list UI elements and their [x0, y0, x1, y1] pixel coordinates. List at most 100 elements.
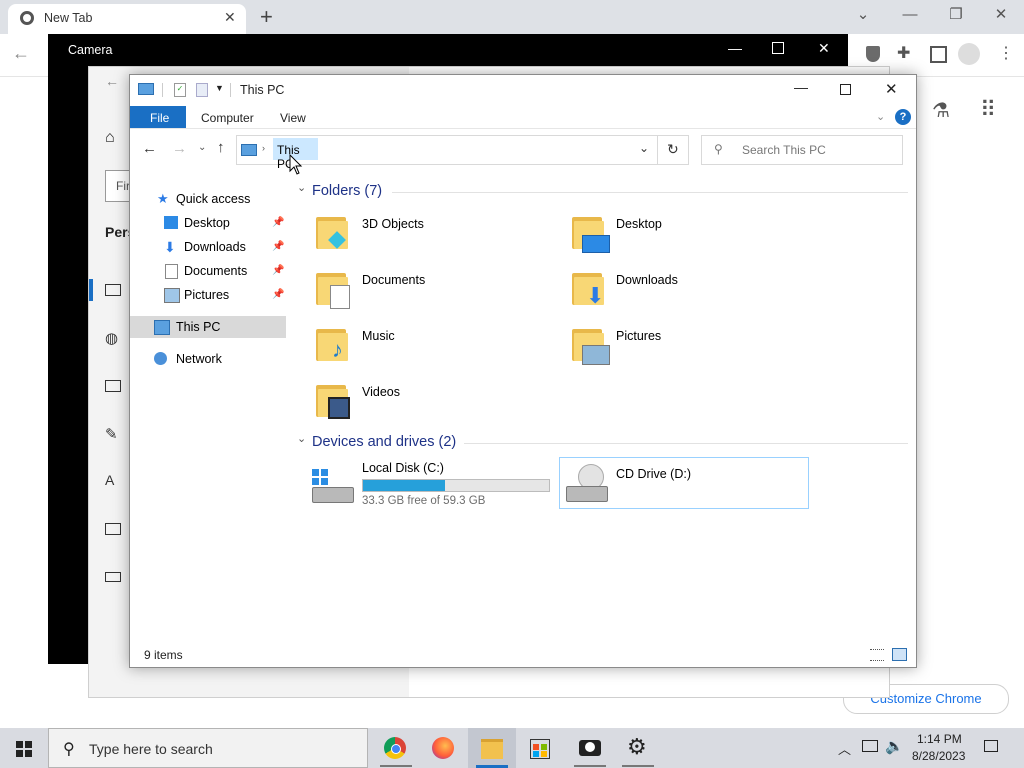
camera-close-button[interactable]: ✕ [818, 40, 830, 57]
folder-3d-objects[interactable]: 3D Objects [314, 209, 554, 257]
nav-downloads[interactable]: ⬇ Downloads 📌 [130, 236, 286, 258]
network-tray-icon[interactable] [862, 740, 878, 752]
start-layout-icon[interactable] [105, 523, 121, 535]
refresh-button[interactable]: ↻ [657, 135, 689, 165]
nav-desktop[interactable]: Desktop 📌 [130, 212, 286, 234]
collapse-devices-icon[interactable]: ⌄ [297, 432, 306, 445]
folder-pictures[interactable]: Pictures [570, 321, 810, 369]
explorer-minimize-button[interactable]: — [794, 79, 808, 95]
explorer-close-button[interactable]: ✕ [885, 80, 898, 98]
folder-videos[interactable]: Videos [314, 377, 554, 425]
forward-arrow-icon[interactable]: → [172, 140, 187, 157]
chrome-taskbar-button[interactable] [372, 728, 420, 768]
themes-brush-icon[interactable]: ✎ [105, 425, 118, 443]
expand-ribbon-icon[interactable]: ⌄ [876, 110, 885, 123]
extensions-puzzle-icon[interactable]: ✚ [897, 43, 910, 63]
folder-music[interactable]: ♪ Music [314, 321, 554, 369]
lock-screen-icon[interactable] [105, 380, 121, 392]
help-icon[interactable]: ? [895, 109, 911, 125]
nav-network[interactable]: Network [130, 348, 286, 370]
ublock-icon[interactable] [866, 46, 880, 62]
show-hidden-icons-chevron-icon[interactable]: ︿ [838, 739, 851, 758]
fonts-icon[interactable]: A [105, 472, 114, 488]
clock-time[interactable]: 1:14 PM [917, 732, 962, 746]
taskbar-search-box[interactable]: ⚲ Type here to search [48, 728, 368, 768]
folder-downloads-icon: ⬇ [572, 269, 604, 308]
pin-icon: 📌 [272, 241, 285, 252]
folder-documents[interactable]: Documents [314, 265, 554, 313]
folder-label: Music [362, 329, 395, 343]
devices-header[interactable]: Devices and drives (2) [312, 434, 456, 450]
drive-c-label: Local Disk (C:) [362, 461, 444, 475]
recent-locations-chevron-icon[interactable]: ⌄ [198, 142, 206, 153]
folders-header[interactable]: Folders (7) [312, 183, 382, 199]
camera-maximize-button[interactable] [772, 42, 784, 54]
disk-usage-bar [362, 479, 550, 492]
disk-usage-fill [363, 480, 445, 491]
details-view-icon[interactable] [870, 649, 884, 661]
taskbar-search-placeholder: Type here to search [89, 741, 213, 757]
search-tabs-icon[interactable]: ⌄ [843, 4, 883, 26]
folder-music-icon: ♪ [316, 325, 348, 362]
folder-label: Videos [362, 385, 400, 399]
address-dropdown-icon[interactable]: ⌄ [639, 141, 649, 155]
drive-cd-d[interactable]: CD Drive (D:) [559, 457, 809, 509]
large-icons-view-icon[interactable] [892, 648, 907, 661]
nav-pictures[interactable]: Pictures 📌 [130, 284, 286, 306]
ribbon-file-tab[interactable]: File [130, 106, 186, 128]
file-explorer-taskbar-button[interactable] [468, 728, 516, 768]
folder-documents-icon [316, 269, 350, 309]
folder-downloads[interactable]: ⬇ Downloads [570, 265, 810, 313]
colors-palette-icon[interactable]: ◍ [105, 329, 118, 347]
labs-flask-icon[interactable]: ⚗ [932, 98, 950, 123]
profile-avatar-icon[interactable] [958, 43, 980, 65]
notifications-icon[interactable] [984, 740, 998, 752]
nav-quick-access[interactable]: ★ Quick access [130, 188, 286, 210]
chrome-minimize-button[interactable]: — [890, 4, 930, 26]
explorer-maximize-button[interactable] [840, 84, 851, 95]
running-indicator [380, 765, 412, 767]
folder-desktop[interactable]: Desktop [570, 209, 810, 257]
window-title: This PC [240, 83, 285, 97]
volume-tray-icon[interactable]: 🔈 [885, 737, 904, 755]
settings-taskbar-button[interactable]: ⚙ [614, 728, 662, 768]
nav-this-pc[interactable]: This PC [130, 316, 286, 338]
settings-back-icon[interactable]: ← [105, 73, 119, 89]
gear-icon: ⚙ [627, 734, 647, 759]
drive-local-disk-c[interactable]: Local Disk (C:) 33.3 GB free of 59.3 GB [308, 457, 552, 509]
collapse-folders-icon[interactable]: ⌄ [297, 181, 306, 194]
start-button[interactable] [0, 728, 48, 768]
apps-grid-icon[interactable]: ⠿ [980, 97, 996, 123]
camera-minimize-button[interactable]: — [728, 40, 742, 56]
chrome-menu-icon[interactable]: ⋮ [998, 43, 1014, 63]
nav-documents[interactable]: Documents 📌 [130, 260, 286, 282]
store-taskbar-button[interactable] [516, 728, 564, 768]
ribbon-view-tab[interactable]: View [280, 111, 306, 125]
back-arrow-icon[interactable]: ← [12, 43, 30, 64]
folder-label: 3D Objects [362, 217, 424, 231]
network-icon [154, 352, 167, 365]
new-tab-button[interactable]: + [260, 4, 273, 30]
pin-icon: 📌 [272, 217, 285, 228]
clock-date[interactable]: 8/28/2023 [912, 749, 965, 763]
ribbon-file-label: File [150, 111, 170, 125]
customize-qat-icon[interactable]: ▼ [215, 83, 224, 93]
search-this-pc-box[interactable]: ⚲ Search This PC [701, 135, 903, 165]
chrome-close-button[interactable]: ✕ [981, 4, 1021, 26]
taskbar-icon[interactable] [105, 572, 121, 582]
this-pc-icon [154, 320, 170, 335]
close-tab-icon[interactable]: ✕ [224, 9, 236, 26]
firefox-taskbar-button[interactable] [420, 728, 468, 768]
up-arrow-icon[interactable]: ↑ [217, 139, 225, 156]
camera-taskbar-button[interactable] [566, 728, 614, 768]
new-folder-icon[interactable] [196, 83, 208, 97]
folder-label: Downloads [616, 273, 678, 287]
chrome-restore-button[interactable]: ❐ [936, 4, 976, 26]
properties-check-icon[interactable]: ✓ [174, 83, 186, 97]
home-icon[interactable]: ⌂ [105, 129, 115, 147]
back-arrow-icon[interactable]: ← [142, 140, 157, 157]
side-panel-icon[interactable] [930, 46, 947, 63]
ribbon-computer-tab[interactable]: Computer [201, 111, 254, 125]
chrome-tab-new-tab[interactable]: New Tab ✕ [8, 4, 246, 34]
background-image-icon[interactable] [105, 284, 121, 296]
